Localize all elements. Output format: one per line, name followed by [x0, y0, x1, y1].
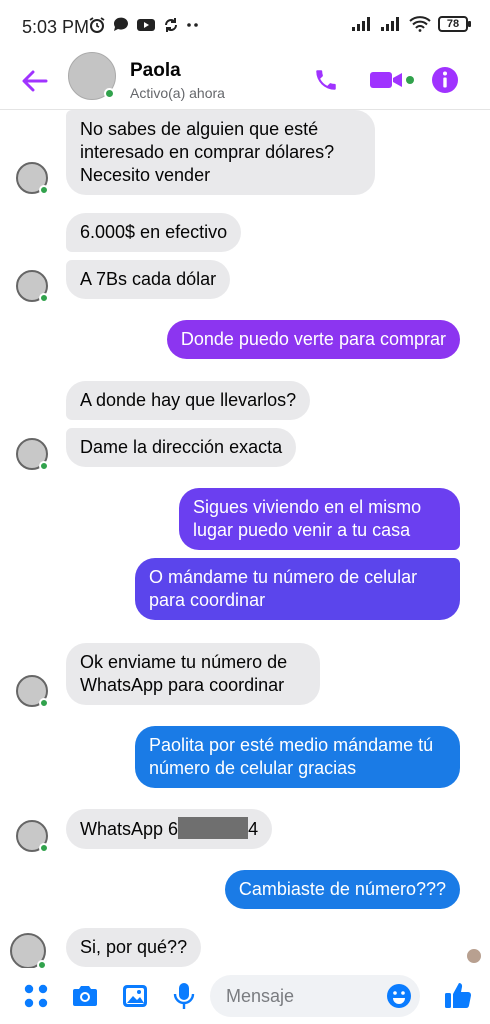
outgoing-message[interactable]: Paolita por esté medio mándame tú número… — [135, 726, 460, 788]
gallery-icon — [123, 985, 147, 1007]
back-button[interactable] — [18, 64, 52, 98]
redacted-number — [178, 817, 249, 839]
incoming-message[interactable]: 6.000$ en efectivo — [66, 213, 242, 252]
sender-avatar — [16, 162, 49, 195]
message-text: 4 — [248, 819, 259, 839]
contact-name[interactable]: Paola — [130, 60, 181, 82]
notification-icons — [88, 16, 200, 34]
incoming-message[interactable]: Ok enviame tu número de WhatsApp para co… — [66, 643, 320, 705]
info-button[interactable] — [430, 64, 460, 96]
wifi-icon — [409, 16, 431, 32]
sender-avatar — [10, 933, 47, 968]
sender-avatar — [16, 270, 49, 303]
incoming-message[interactable]: A 7Bs cada dólar — [66, 260, 231, 299]
status-time: 5:03 PM — [22, 17, 90, 37]
status-bar: 5:03 PM 78 — [0, 0, 490, 52]
system-icons: 78 — [351, 16, 471, 32]
outgoing-message[interactable]: Cambiaste de número??? — [224, 870, 460, 909]
online-indicator — [39, 293, 49, 303]
outgoing-message[interactable]: Sigues viviendo en el mismo lugar puedo … — [179, 488, 460, 550]
emoji-icon — [387, 984, 411, 1008]
back-arrow-icon — [22, 70, 48, 92]
contact-status: Activo(a) ahora — [130, 85, 225, 101]
message-composer — [0, 968, 490, 1024]
sender-avatar — [16, 820, 49, 853]
online-indicator — [39, 185, 49, 195]
incoming-message[interactable]: WhatsApp 6 4 — [66, 809, 273, 849]
camera-button[interactable] — [71, 982, 99, 1010]
read-receipt-avatar — [466, 948, 482, 964]
incoming-message[interactable]: A donde hay que llevarlos? — [66, 381, 311, 420]
call-button[interactable] — [312, 64, 340, 96]
apps-button[interactable] — [22, 982, 50, 1010]
message-text: WhatsApp 6 — [80, 819, 179, 839]
online-indicator — [39, 843, 49, 853]
online-indicator — [104, 88, 115, 99]
online-indicator — [37, 960, 47, 968]
sender-avatar — [16, 675, 49, 708]
info-icon — [432, 67, 458, 93]
microphone-icon — [173, 983, 195, 1009]
battery-indicator: 78 — [438, 16, 471, 32]
contact-avatar[interactable] — [68, 52, 116, 100]
chat-icon — [113, 17, 128, 31]
camera-icon — [73, 986, 97, 1006]
emoji-button[interactable] — [386, 983, 412, 1009]
phone-icon — [316, 70, 336, 90]
sender-avatar — [16, 438, 49, 471]
more-dots-icon — [187, 23, 198, 27]
signal-icon — [352, 17, 370, 31]
message-list[interactable]: No sabes de alguien que esté interesado … — [0, 110, 490, 968]
video-call-button[interactable] — [370, 64, 416, 96]
like-button[interactable] — [443, 979, 473, 1011]
online-indicator — [39, 698, 49, 708]
outgoing-message[interactable]: Donde puedo verte para comprar — [166, 320, 460, 359]
voice-button[interactable] — [170, 982, 198, 1010]
signal-icon-2 — [381, 17, 399, 31]
video-camera-icon — [370, 72, 414, 88]
incoming-message[interactable]: Si, por qué?? — [66, 928, 202, 967]
apps-icon — [24, 984, 48, 1008]
incoming-message[interactable]: No sabes de alguien que esté interesado … — [66, 110, 375, 195]
online-indicator — [39, 461, 49, 471]
alarm-icon — [89, 17, 105, 33]
thumbs-up-icon — [445, 983, 472, 1009]
youtube-icon — [137, 19, 155, 31]
chat-header: Paola Activo(a) ahora — [0, 52, 490, 110]
incoming-message[interactable]: Dame la dirección exacta — [66, 428, 297, 467]
outgoing-message[interactable]: O mándame tu número de celular para coor… — [135, 558, 460, 620]
sync-icon — [165, 18, 177, 32]
gallery-button[interactable] — [121, 982, 149, 1010]
